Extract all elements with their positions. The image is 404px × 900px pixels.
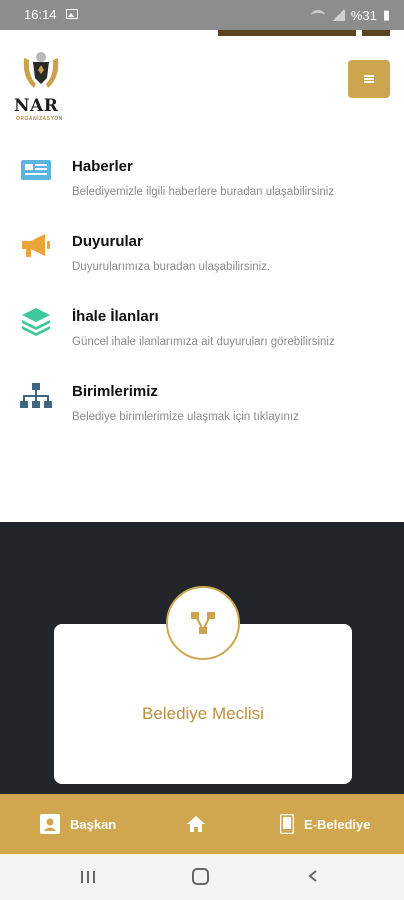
nav-e-belediye-label: E-Belediye	[304, 816, 371, 832]
list-item-desc: Belediye birimlerimize ulaşmak için tıkl…	[72, 411, 299, 423]
hamburger-icon	[364, 75, 374, 83]
feature-circle[interactable]	[166, 586, 240, 660]
battery-icon: ▮	[382, 7, 390, 22]
battery-text: %31	[350, 7, 377, 23]
layers-icon	[22, 308, 50, 336]
nav-home[interactable]	[186, 794, 206, 854]
wifi-icon	[310, 10, 325, 20]
list-item-title: İhale İlanları	[72, 308, 159, 325]
hierarchy-icon	[20, 383, 52, 408]
logo-text: NAR	[14, 96, 59, 116]
top-strip-button-right[interactable]	[362, 30, 390, 36]
top-strip-button-left[interactable]	[218, 30, 356, 36]
list-item-desc: Güncel ihale ilanlarımıza ait duyuruları…	[72, 336, 335, 348]
menu-button[interactable]	[348, 60, 390, 98]
system-nav-bar	[0, 854, 404, 900]
feature-card-label: Belediye Meclisi	[142, 704, 264, 723]
list-item-title: Birimlerimiz	[72, 383, 158, 400]
signal-icon	[330, 9, 345, 21]
list-item-ihale-ilanlari[interactable]: İhale İlanları Güncel ihale ilanlarımıza…	[0, 280, 404, 350]
user-card-icon	[40, 814, 60, 834]
logo-subtitle: ORGANİZASYON	[16, 116, 63, 122]
list-item-title: Duyurular	[72, 233, 143, 250]
gallery-icon	[66, 9, 78, 19]
home-icon	[187, 816, 205, 832]
top-strip	[0, 30, 404, 38]
list-item-desc: Belediyemizle ilgili haberlere buradan u…	[72, 186, 335, 198]
system-back-icon[interactable]	[308, 870, 318, 882]
nav-baskan[interactable]: Başkan	[40, 794, 116, 854]
status-bar: 16:14 %31 ▮	[0, 0, 404, 30]
network-icon	[191, 612, 215, 634]
list-item-duyurular[interactable]: Duyurular Duyurularımıza buradan ulaşabi…	[0, 205, 404, 275]
logo-emblem-icon	[23, 52, 59, 88]
recent-apps-icon[interactable]	[80, 870, 96, 884]
news-icon	[21, 160, 51, 180]
mobile-icon	[280, 814, 294, 834]
status-time: 16:14	[24, 7, 57, 22]
list-item-haberler[interactable]: Haberler Belediyemizle ilgili haberlere …	[0, 130, 404, 200]
logo[interactable]: NAR ORGANİZASYON	[14, 48, 70, 124]
nav-e-belediye[interactable]: E-Belediye	[280, 794, 370, 854]
system-home-icon[interactable]	[192, 868, 209, 885]
header: NAR ORGANİZASYON	[0, 38, 404, 130]
megaphone-icon	[22, 234, 50, 257]
list-item-desc: Duyurularımıza buradan ulaşabilirsiniz.	[72, 261, 271, 273]
list-item-title: Haberler	[72, 158, 133, 175]
bottom-nav: Başkan E-Belediye	[0, 794, 404, 854]
nav-baskan-label: Başkan	[70, 816, 117, 832]
list-item-birimlerimiz[interactable]: Birimlerimiz Belediye birimlerimize ulaş…	[0, 355, 404, 425]
